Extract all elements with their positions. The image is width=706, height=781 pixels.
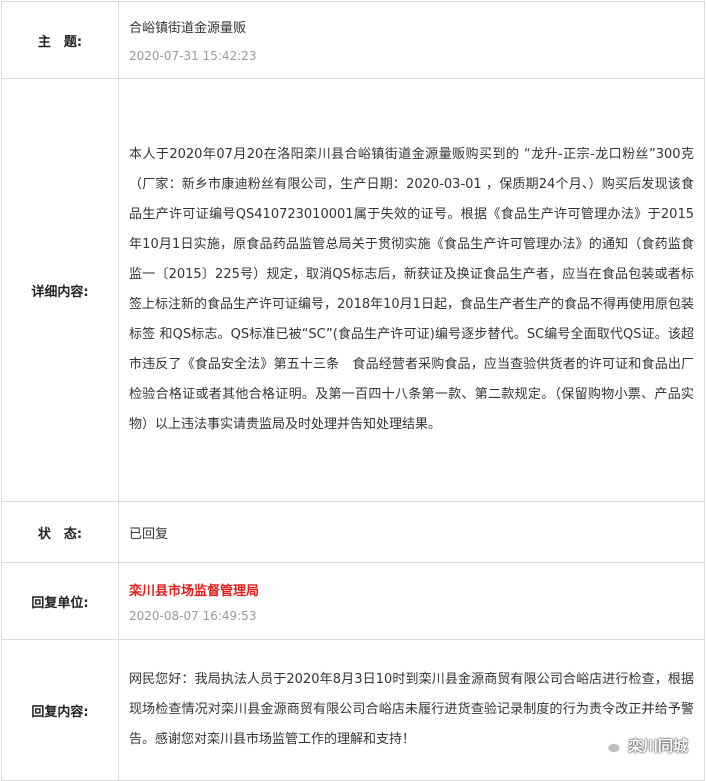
- reply-label: 回复内容:: [1, 639, 119, 781]
- status-value: 已回复: [129, 526, 169, 542]
- watermark: 栾川同城: [600, 735, 688, 756]
- wechat-icon: [600, 737, 622, 754]
- reply-unit-name: 栾川县市场监督管理局: [129, 583, 260, 599]
- status-label: 状 态:: [1, 501, 119, 563]
- reply-unit-date: 2020-08-07 16:49:53: [129, 608, 257, 623]
- status-cell: 已回复: [118, 501, 705, 563]
- reply-unit-cell: 栾川县市场监督管理局 2020-08-07 16:49:53: [118, 562, 705, 640]
- detail-row: 详细内容: 本人于2020年07月20在洛阳栾川县合峪镇街道金源量贩购买到的 “…: [1, 78, 705, 502]
- message-table: 主 题: 合峪镇街道金源量贩 2020-07-31 15:42:23 详细内容:…: [1, 1, 705, 781]
- reply-unit-label: 回复单位:: [1, 562, 119, 640]
- detail-cell: 本人于2020年07月20在洛阳栾川县合峪镇街道金源量贩购买到的 “龙升-正宗-…: [118, 78, 705, 502]
- reply-row: 回复内容: 网民您好：我局执法人员于2020年8月3日10时到栾川县金源商贸有限…: [1, 639, 705, 781]
- detail-label: 详细内容:: [1, 78, 119, 502]
- subject-title: 合峪镇街道金源量贩: [129, 20, 247, 36]
- subject-row: 主 题: 合峪镇街道金源量贩 2020-07-31 15:42:23: [1, 1, 705, 79]
- subject-label: 主 题:: [1, 1, 119, 79]
- watermark-text: 栾川同城: [627, 737, 688, 755]
- subject-date: 2020-07-31 15:42:23: [129, 48, 257, 63]
- detail-text: 本人于2020年07月20在洛阳栾川县合峪镇街道金源量贩购买到的 “龙升-正宗-…: [129, 147, 694, 432]
- reply-cell: 网民您好：我局执法人员于2020年8月3日10时到栾川县金源商贸有限公司合峪店进…: [118, 639, 705, 781]
- subject-cell: 合峪镇街道金源量贩 2020-07-31 15:42:23: [118, 1, 705, 79]
- status-row: 状 态: 已回复: [1, 501, 705, 563]
- reply-unit-row: 回复单位: 栾川县市场监督管理局 2020-08-07 16:49:53: [1, 562, 705, 640]
